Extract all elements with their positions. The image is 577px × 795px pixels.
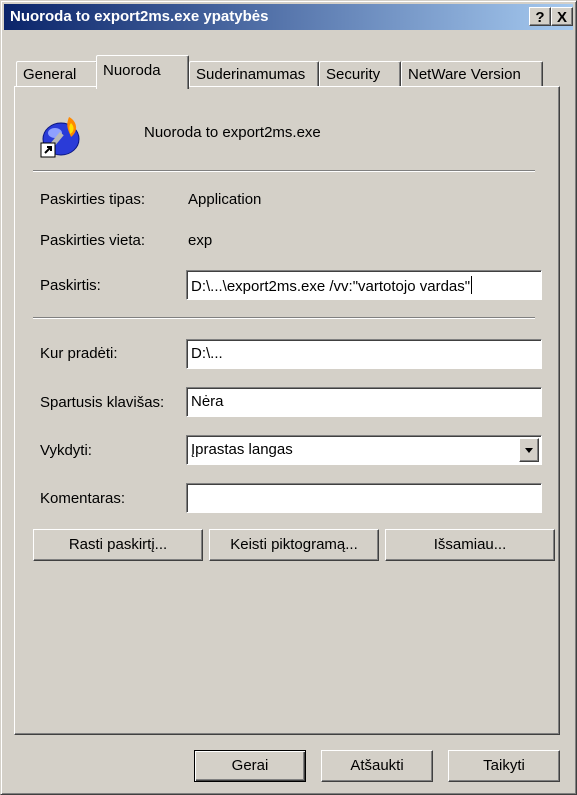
close-button[interactable]: X (551, 7, 573, 26)
target-location-label: Paskirties vieta: (40, 232, 146, 249)
tab-suderinamumas[interactable]: Suderinamumas (189, 61, 319, 87)
shortcut-torch-icon (40, 117, 80, 158)
apply-button[interactable]: Taikyti (448, 750, 560, 782)
run-label: Vykdyti: (40, 442, 92, 459)
shortcut-key-input[interactable]: Nėra (186, 387, 542, 417)
tab-security[interactable]: Security (319, 61, 401, 87)
tab-general[interactable]: General (16, 61, 98, 87)
shortcut-name: Nuoroda to export2ms.exe (144, 124, 321, 141)
cancel-button[interactable]: Atšaukti (321, 750, 433, 782)
title-bar[interactable]: Nuoroda to export2ms.exe ypatybės ? X (4, 4, 573, 30)
comment-label: Komentaras: (40, 490, 126, 507)
ok-button[interactable]: Gerai (194, 750, 306, 782)
start-in-label: Kur pradėti: (40, 345, 118, 362)
target-location-value: exp (188, 232, 213, 249)
advanced-button[interactable]: Išsamiau... (385, 529, 555, 561)
run-select-value: Įprastas langas (191, 441, 293, 458)
run-select[interactable]: Įprastas langas (186, 435, 542, 465)
comment-input[interactable] (186, 483, 542, 513)
separator-middle (33, 317, 535, 319)
target-label: Paskirtis: (40, 277, 101, 294)
separator-top (33, 170, 535, 172)
help-button[interactable]: ? (529, 7, 551, 26)
tab-netware-version[interactable]: NetWare Version (401, 61, 543, 87)
target-type-value: Application (188, 191, 262, 208)
tab-nuoroda[interactable]: Nuoroda (96, 55, 189, 89)
tab-strip: General Nuoroda Suderinamumas Security N… (16, 55, 561, 89)
start-in-input[interactable]: D:\... (186, 339, 542, 369)
target-input-text: D:\...\export2ms.exe /vv:"vartotojo vard… (191, 278, 471, 295)
find-target-button[interactable]: Rasti paskirtį... (33, 529, 203, 561)
window-title: Nuoroda to export2ms.exe ypatybės (10, 8, 269, 25)
text-caret (471, 276, 473, 294)
properties-dialog: Nuoroda to export2ms.exe ypatybės ? X Ge… (0, 0, 577, 795)
chevron-down-icon[interactable] (519, 438, 539, 462)
target-input[interactable]: D:\...\export2ms.exe /vv:"vartotojo vard… (186, 270, 542, 300)
target-type-label: Paskirties tipas: (40, 191, 146, 208)
shortcut-key-label: Spartusis klavišas: (40, 394, 165, 411)
change-icon-button[interactable]: Keisti piktogramą... (209, 529, 379, 561)
